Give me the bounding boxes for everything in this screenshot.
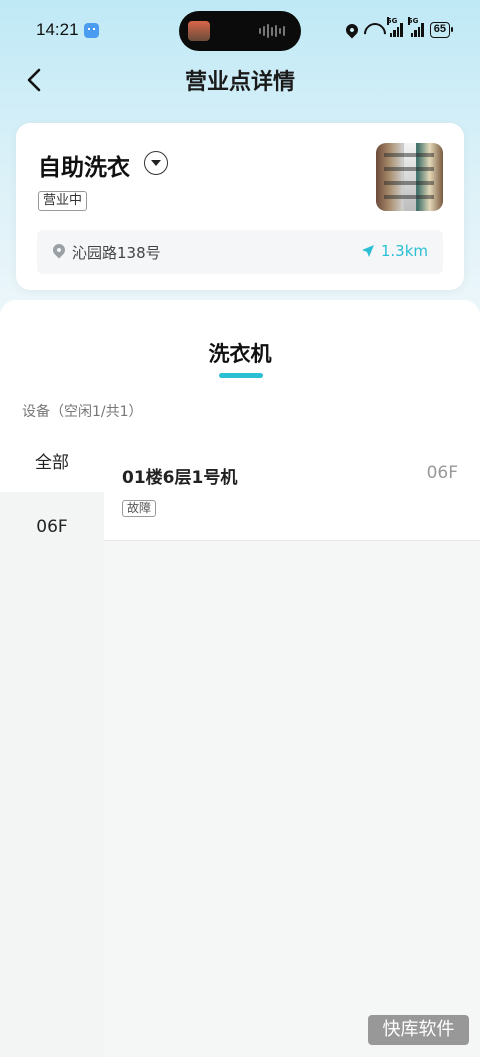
wifi-icon [364,23,382,37]
device-list: 01楼6层1号机 06F 故障 [104,434,480,1057]
message-notification-icon [84,23,99,38]
tab-washing-machine[interactable]: 洗衣机 [0,338,480,368]
device-name: 01楼6层1号机 [122,468,238,488]
distance-text: 1.3km [380,242,428,260]
open-status-badge: 营业中 [38,191,88,211]
status-time: 14:21 [36,20,79,39]
store-info-card: 自助洗衣 营业中 沁园路138号 1.3km [16,123,464,290]
device-panel: 洗衣机 设备（空闲1/共1） 全部 06F 01楼6层1号机 06F 故障 [0,300,480,1057]
status-bar: 14:21 5G 5G 65 [0,0,480,62]
device-list-item[interactable]: 01楼6层1号机 06F 故障 [104,434,480,541]
cellular-signal-icon-2: 5G [407,17,424,37]
page-title: 营业点详情 [184,70,295,95]
device-summary: 设备（空闲1/共1） [22,404,143,420]
device-status-badge: 故障 [122,500,157,517]
dynamic-island[interactable] [179,11,301,51]
store-name: 自助洗衣 [38,155,130,181]
location-icon [343,21,361,39]
status-indicators: 5G 5G 65 [343,17,454,41]
battery-indicator: 65 [429,22,454,38]
store-photo[interactable] [376,143,443,211]
distance-navigation[interactable]: 1.3km [361,242,428,260]
floor-filter-sidebar: 全部 06F [0,434,104,1057]
device-floor: 06F [426,463,458,483]
cellular-signal-icon: 5G [386,17,403,37]
navigation-arrow-icon [361,245,374,257]
location-pin-icon [50,241,68,259]
filter-item-06f[interactable]: 06F [0,498,104,556]
watermark: 快库软件 [368,1015,469,1045]
media-thumbnail-icon [188,21,210,41]
store-address: 沁园路138号 [72,244,161,262]
address-bar[interactable]: 沁园路138号 1.3km [37,230,443,274]
audio-wave-icon [259,23,287,39]
filter-item-all[interactable]: 全部 [0,434,104,492]
tab-active-indicator [219,373,263,378]
store-dropdown-icon[interactable] [144,151,168,175]
